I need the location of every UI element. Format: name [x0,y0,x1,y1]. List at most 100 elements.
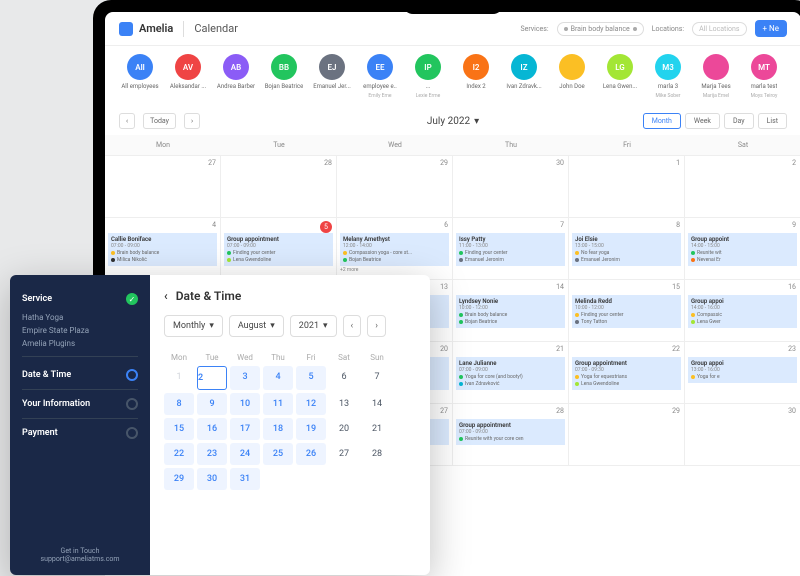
calendar-event[interactable]: Joi Elsie13:00 - 15:00No fear yogaEmanue… [572,233,681,266]
calendar-cell[interactable]: 21Lane Julianne07:00 - 09:00Yoga for cor… [453,342,569,404]
mini-date[interactable]: 5 [296,366,326,390]
calendar-cell[interactable]: 28Group appointment07:00 - 09:00Reunite … [453,404,569,466]
mini-next[interactable]: › [367,315,386,337]
brand-logo[interactable]: Amelia [119,22,173,36]
back-icon[interactable]: ‹ [164,289,168,303]
mini-date[interactable]: 30 [197,468,227,490]
mini-date[interactable]: 19 [296,418,326,440]
calendar-event[interactable]: Group appoi14:00 - 16:00CompassicLena Gw… [688,295,797,328]
employee-chip[interactable]: IP...Lexie Erme [407,54,449,99]
mini-date[interactable]: 12 [296,393,326,415]
calendar-cell[interactable]: 30 [685,404,800,466]
step-info[interactable]: Your Information [22,392,138,416]
mini-date[interactable]: 9 [197,393,227,415]
calendar-event[interactable]: Group appointment07:00 - 09:00Reunite wi… [456,419,565,445]
calendar-cell[interactable]: 28 [221,156,337,218]
mini-date[interactable]: 10 [230,393,260,415]
calendar-cell[interactable]: 30 [453,156,569,218]
mini-date[interactable]: 2 [197,366,227,390]
employee-chip[interactable]: ABAndrea Barber [215,54,257,99]
calendar-cell[interactable]: 14Lyndsey Nonie10:00 - 12:00Brain body b… [453,280,569,342]
employee-chip[interactable]: LGLena Gwen... [599,54,641,99]
mini-date[interactable]: 14 [362,393,392,415]
mini-prev[interactable]: ‹ [343,315,362,337]
calendar-event[interactable]: Issy Patty11:00 - 13:00Finding your cent… [456,233,565,266]
calendar-cell[interactable]: 29 [569,404,685,466]
employee-chip[interactable]: AllAll employees [119,54,161,99]
next-button[interactable]: › [184,113,200,129]
mini-date[interactable]: 1 [164,366,194,390]
employee-chip[interactable]: AVAleksandar ... [167,54,209,99]
calendar-event[interactable]: Group appoi13:00 - 16:00Yoga for e [688,357,797,383]
calendar-event[interactable]: Group appointment07:00 - 09:00Finding yo… [224,233,333,266]
mini-date[interactable]: 7 [362,366,392,390]
mini-date[interactable]: 17 [230,418,260,440]
locations-filter[interactable]: All Locations [692,22,746,36]
mini-date[interactable]: 29 [164,468,194,490]
month-picker[interactable]: July 2022 ▾ [427,116,479,127]
mini-date[interactable]: 8 [164,393,194,415]
calendar-cell[interactable]: 7Issy Patty11:00 - 13:00Finding your cen… [453,218,569,280]
today-button[interactable]: Today [143,113,176,129]
calendar-cell[interactable]: 29 [337,156,453,218]
view-month[interactable]: Month [643,113,681,129]
mini-date[interactable]: 23 [197,443,227,465]
mini-date[interactable]: 31 [230,468,260,490]
mini-date[interactable]: 11 [263,393,293,415]
mini-date[interactable]: 16 [197,418,227,440]
mini-date[interactable]: 13 [329,393,359,415]
calendar-event[interactable]: Lyndsey Nonie10:00 - 12:00Brain body bal… [456,295,565,328]
view-list[interactable]: List [758,113,787,129]
mini-date[interactable]: 3 [230,366,260,390]
mini-date[interactable]: 6 [329,366,359,390]
year-select[interactable]: 2021 ▾ [290,315,337,337]
calendar-cell[interactable]: 6Melany Amethyst12:00 - 14:00Compassion … [337,218,453,280]
calendar-cell[interactable]: 2 [685,156,800,218]
calendar-event[interactable]: Group appoint14:00 - 15:00Reunite witNev… [688,233,797,266]
mini-date[interactable]: 20 [329,418,359,440]
mini-date[interactable]: 24 [230,443,260,465]
employee-chip[interactable]: MTmarla testMoys Teiroy [743,54,785,99]
mini-date[interactable]: 22 [164,443,194,465]
step-datetime[interactable]: Date & Time [22,363,138,387]
new-button[interactable]: + Ne [755,20,787,37]
employee-chip[interactable]: EJEmanuel Jer... [311,54,353,99]
employee-chip[interactable]: M3marla 3Mike Sober [647,54,689,99]
calendar-cell[interactable]: 4Callie Boniface07:00 - 09:00Brain body … [105,218,221,280]
calendar-cell[interactable]: 27 [105,156,221,218]
calendar-cell[interactable]: 1 [569,156,685,218]
mini-date[interactable]: 26 [296,443,326,465]
calendar-event[interactable]: Melany Amethyst12:00 - 14:00Compassion y… [340,233,449,266]
calendar-event[interactable]: Callie Boniface07:00 - 09:00Brain body b… [108,233,217,266]
calendar-event[interactable]: Group appointment07:00 - 09:30Yoga for e… [572,357,681,390]
calendar-cell[interactable]: 22Group appointment07:00 - 09:30Yoga for… [569,342,685,404]
view-day[interactable]: Day [724,113,754,129]
prev-button[interactable]: ‹ [119,113,135,129]
employee-chip[interactable]: John Doe [551,54,593,99]
step-service[interactable]: Service✓ [22,287,138,311]
calendar-cell[interactable]: 16Group appoi14:00 - 16:00CompassicLena … [685,280,800,342]
calendar-cell[interactable]: 9Group appoint14:00 - 15:00Reunite witNe… [685,218,800,280]
employee-chip[interactable]: Marja TeesMarija Emel [695,54,737,99]
employee-chip[interactable]: EEemployee e..Emily Eme [359,54,401,99]
calendar-cell[interactable]: 15Melinda Redd10:00 - 12:00Finding your … [569,280,685,342]
frequency-select[interactable]: Monthly ▾ [164,315,223,337]
month-select[interactable]: August ▾ [229,315,284,337]
services-filter[interactable]: Brain body balance [557,22,644,36]
calendar-event[interactable]: Lane Julianne07:00 - 09:00Yoga for core … [456,357,565,390]
employee-chip[interactable]: I2Index 2 [455,54,497,99]
calendar-event[interactable]: Melinda Redd10:00 - 12:00Finding your ce… [572,295,681,328]
employee-chip[interactable]: BBBojan Beatrice [263,54,305,99]
mini-date[interactable]: 21 [362,418,392,440]
employee-chip[interactable]: IZIvan Zdravk... [503,54,545,99]
mini-date[interactable]: 18 [263,418,293,440]
mini-date[interactable]: 4 [263,366,293,390]
calendar-cell[interactable]: 23Group appoi13:00 - 16:00Yoga for e [685,342,800,404]
mini-date[interactable]: 15 [164,418,194,440]
calendar-cell[interactable]: 5Group appointment07:00 - 09:00Finding y… [221,218,337,280]
step-payment[interactable]: Payment [22,421,138,445]
view-week[interactable]: Week [685,113,720,129]
mini-date[interactable]: 27 [329,443,359,465]
mini-date[interactable]: 28 [362,443,392,465]
calendar-cell[interactable]: 8Joi Elsie13:00 - 15:00No fear yogaEmanu… [569,218,685,280]
